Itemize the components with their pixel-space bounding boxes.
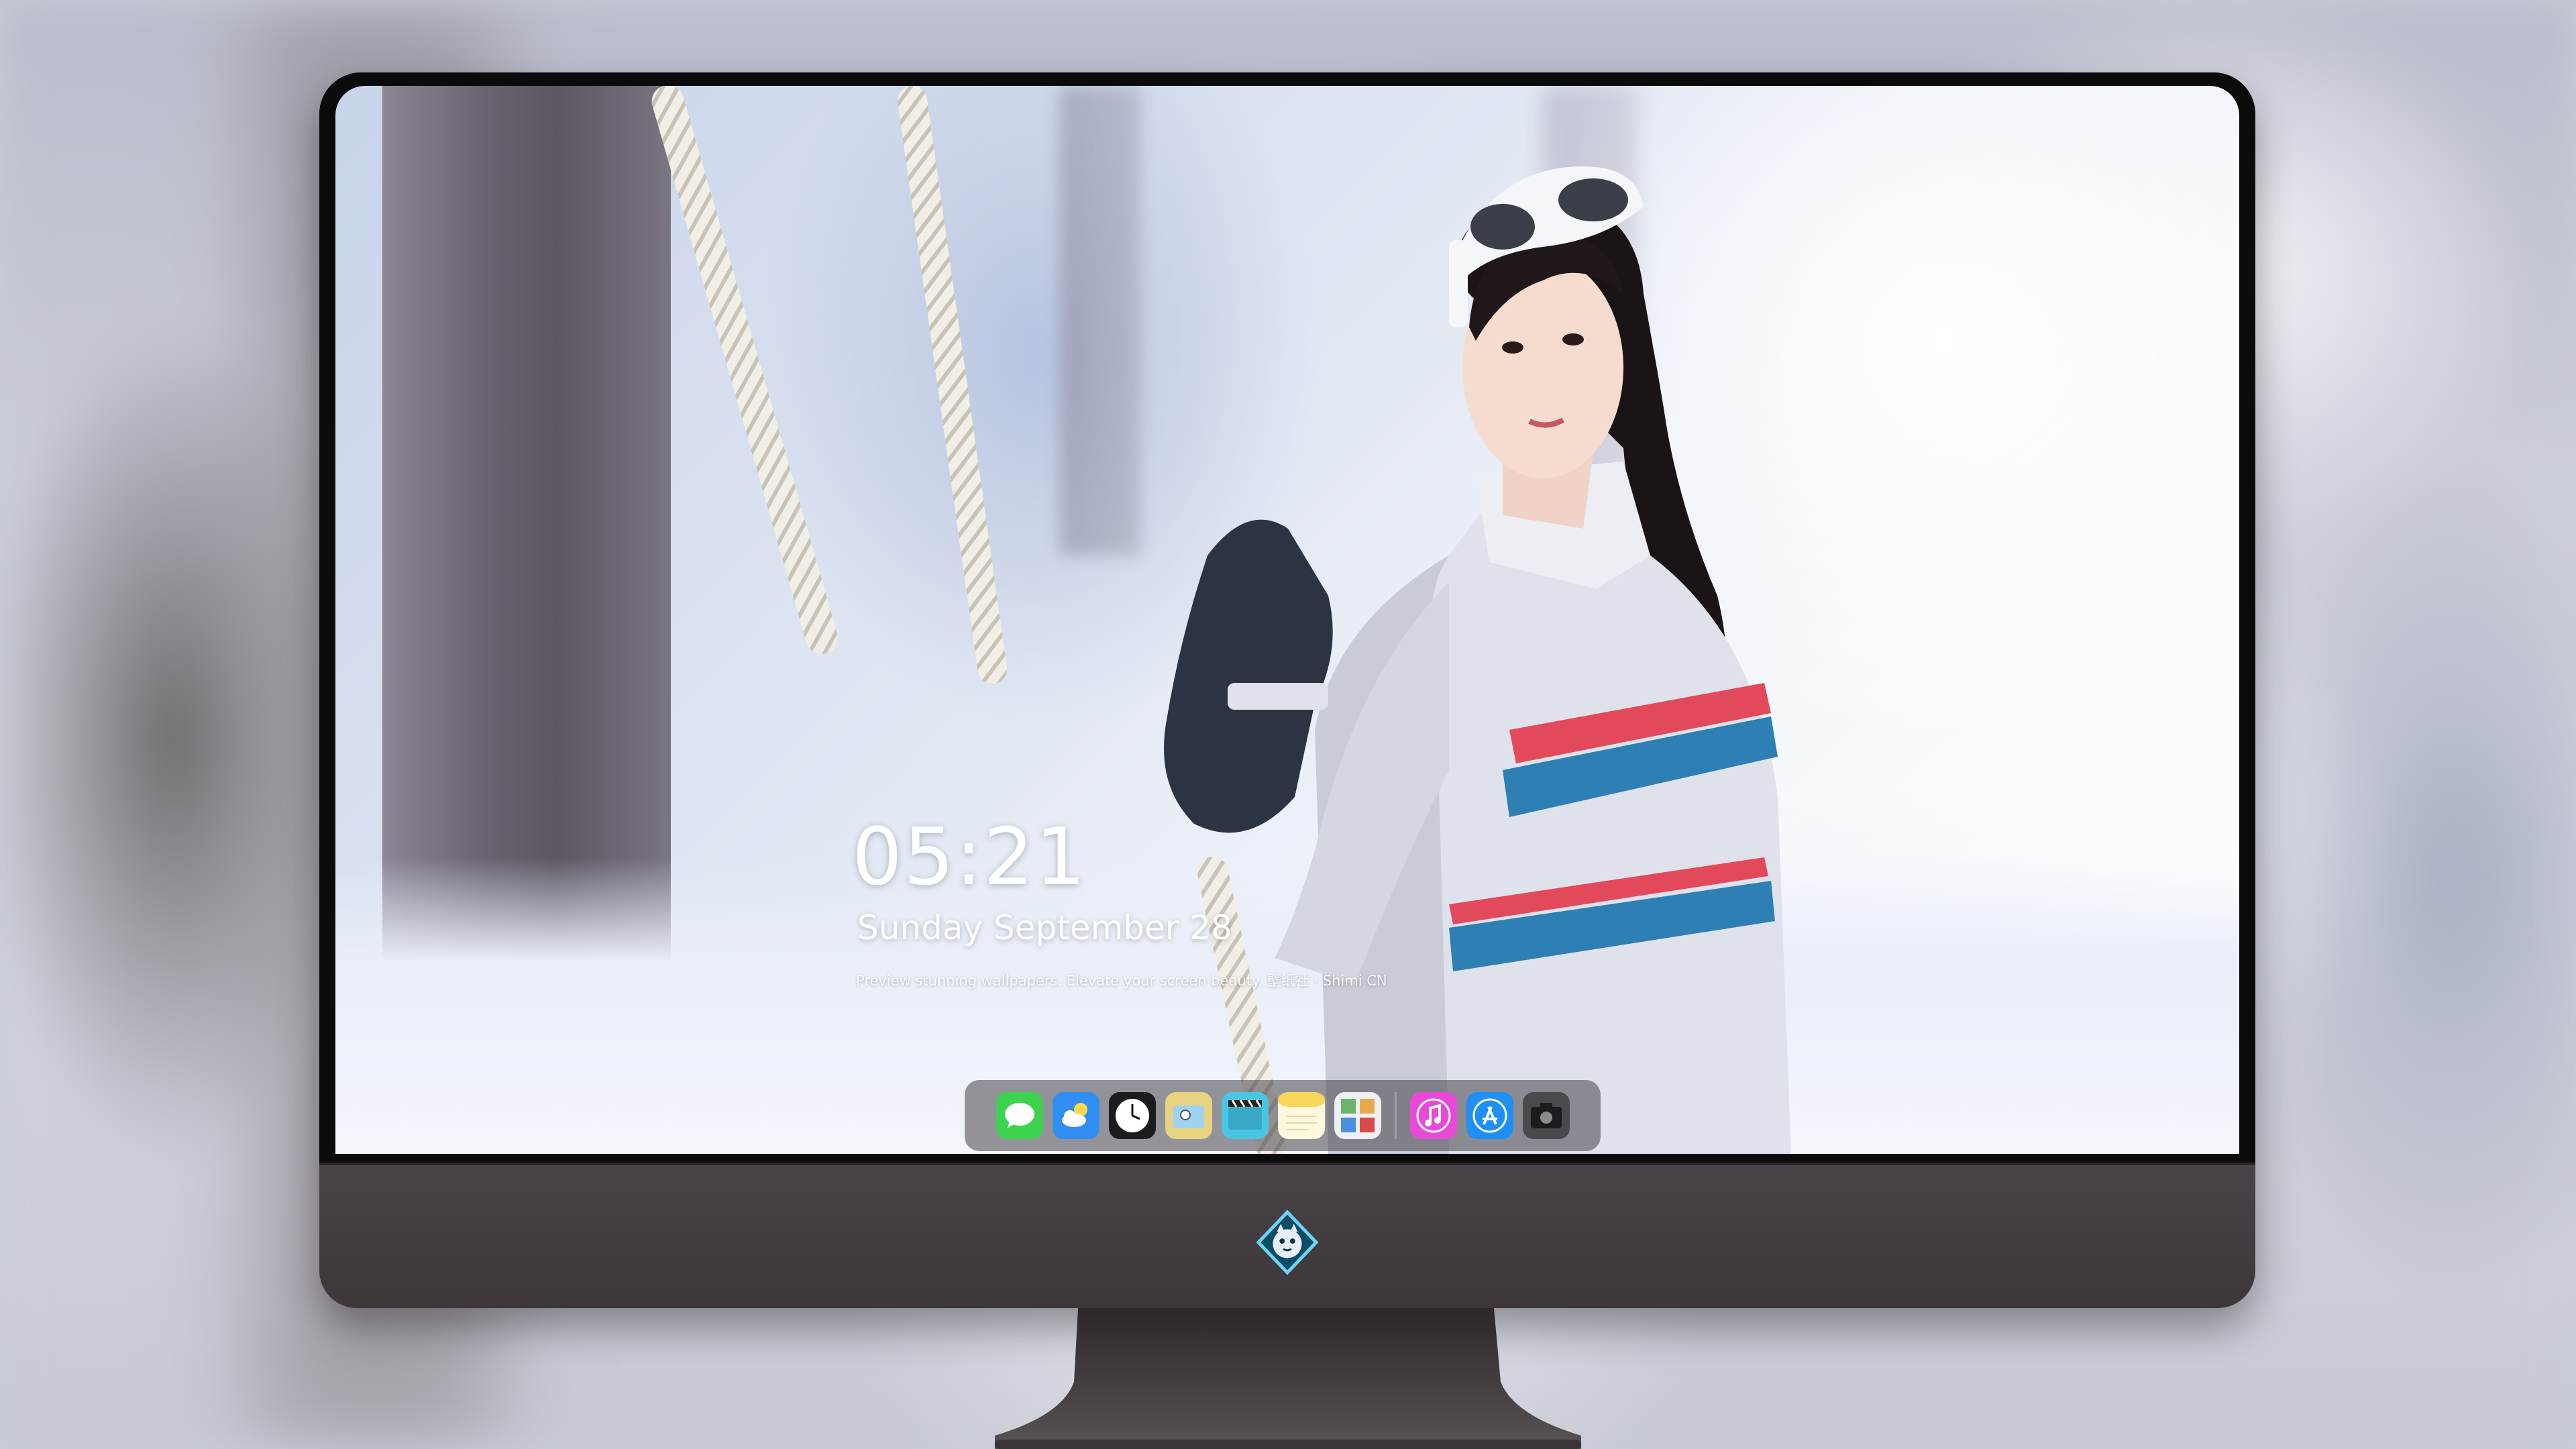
- desktop-screen: 05:21 Sunday September 28 Preview stunni…: [335, 86, 2239, 1154]
- dock: [965, 1080, 1601, 1151]
- dock-separator: [1394, 1092, 1397, 1139]
- app-store-icon[interactable]: [1466, 1092, 1513, 1139]
- wallpaper-tagline: Preview stunning wallpapers. Elevate you…: [856, 973, 1387, 989]
- lock-clock-time: 05:21: [852, 810, 1087, 903]
- lock-clock-date: Sunday September 28: [857, 908, 1232, 947]
- weather-icon[interactable]: [1052, 1092, 1099, 1139]
- messages-icon[interactable]: [996, 1092, 1043, 1139]
- clapper-icon[interactable]: [1221, 1092, 1269, 1139]
- monitor-stand: [995, 1308, 1581, 1449]
- photos-icon[interactable]: [1334, 1092, 1381, 1139]
- camera-icon[interactable]: [1522, 1092, 1570, 1139]
- clock-icon[interactable]: [1108, 1092, 1156, 1139]
- notes-icon[interactable]: [1277, 1092, 1325, 1139]
- preview-icon[interactable]: [1165, 1092, 1212, 1139]
- wallpaper-person: [1164, 166, 1791, 1154]
- brand-logo-icon: [1256, 1210, 1319, 1275]
- music-icon[interactable]: [1409, 1092, 1457, 1139]
